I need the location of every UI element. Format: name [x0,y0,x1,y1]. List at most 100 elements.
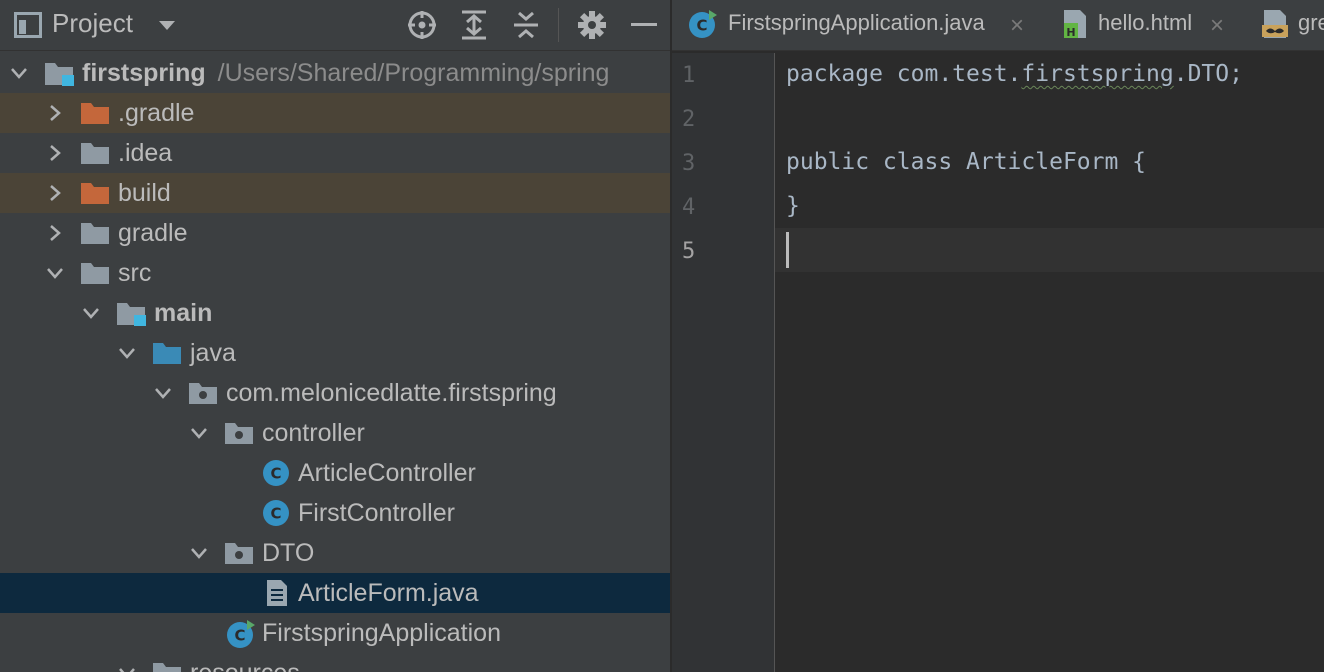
project-panel-title[interactable]: Project [52,8,133,39]
tree-node-label: ArticleController [298,459,476,487]
editor-tab-bar: C FirstspringApplication.java × H hello.… [672,0,1324,51]
tree-node-project-root[interactable]: firstspring/Users/Shared/Programming/spr… [0,53,670,93]
expand-all-icon[interactable] [458,9,490,41]
module-folder-icon [116,299,146,327]
collapse-all-icon[interactable] [510,9,542,41]
line-number-current: 5 [682,239,696,264]
tree-node-label: src [118,259,152,287]
tree-node-resources[interactable]: resources [0,653,670,672]
tab-hello-html[interactable]: H hello.html × [1044,0,1244,50]
gear-icon[interactable] [576,9,608,41]
code-line-3[interactable]: public class ArticleForm { [786,149,1146,175]
tab-greeting[interactable]: gre [1244,0,1324,50]
package-icon [224,419,254,447]
folder-icon [80,259,110,287]
java-class-icon: C [262,459,292,487]
tab-label: hello.html [1098,10,1193,35]
tree-node-article-controller[interactable]: C ArticleController [0,453,670,493]
code-line-4[interactable]: } [786,193,800,219]
tree-node-gradle[interactable]: gradle [0,213,670,253]
tree-node-main[interactable]: main [0,293,670,333]
svg-text:C: C [234,627,245,645]
spring-boot-class-icon: C [226,619,256,648]
tree-node-label: main [154,299,213,327]
chevron-down-icon[interactable] [46,264,64,282]
line-number: 2 [682,107,696,132]
folder-icon [80,219,110,247]
close-icon[interactable]: × [1010,12,1024,40]
tree-node-label: .idea [118,139,173,167]
project-window-icon [14,12,42,43]
tree-node-label: FirstController [298,499,455,527]
chevron-right-icon[interactable] [46,104,64,122]
chevron-right-icon[interactable] [46,184,64,202]
project-tree: firstspring/Users/Shared/Programming/spr… [0,53,670,672]
tree-node-label: build [118,179,171,207]
tree-node-label: gradle [118,219,188,247]
code-token: package com.test. [786,61,1022,87]
crosshair-icon[interactable] [406,9,438,41]
text-caret [786,232,789,268]
chevron-down-icon[interactable] [190,424,208,442]
tree-node-label: com.melonicedlatte.firstspring [226,379,557,407]
minimize-icon[interactable] [628,9,660,41]
tree-node-label: FirstspringApplication [262,619,501,647]
tree-node-label: java [190,339,236,367]
close-icon[interactable]: × [1210,12,1224,40]
chevron-right-icon[interactable] [46,144,64,162]
tab-firstspring-application[interactable]: C FirstspringApplication.java × [672,0,1044,50]
project-tool-window: Project firstspring/Users/Shared/Program… [0,0,670,672]
tree-node-firstspring-application[interactable]: C FirstspringApplication [0,613,670,653]
excluded-folder-icon [80,99,110,127]
current-line-highlight [775,228,1324,272]
tree-node-label: controller [262,419,365,447]
tree-node-article-form[interactable]: ArticleForm.java [0,573,670,613]
source-folder-icon [152,339,182,367]
chevron-down-icon[interactable] [10,64,28,82]
chevron-down-icon[interactable] [118,664,136,672]
chevron-right-icon[interactable] [46,224,64,242]
chevron-down-icon[interactable] [190,544,208,562]
tree-node-label: .gradle [118,99,195,127]
tree-node-package-root[interactable]: com.melonicedlatte.firstspring [0,373,670,413]
tab-label: FirstspringApplication.java [728,10,985,35]
tree-node-controller[interactable]: controller [0,413,670,453]
java-file-icon [264,579,294,607]
code-line-1[interactable]: package com.test.firstspring.DTO; [786,61,1243,87]
chevron-down-icon[interactable] [154,384,172,402]
excluded-folder-icon [80,179,110,207]
java-class-icon: C [262,499,292,527]
chevron-down-icon[interactable] [82,304,100,322]
spring-boot-class-icon: C [688,9,718,44]
template-file-icon [1260,9,1290,44]
svg-text:H: H [1066,26,1075,39]
module-folder-icon [44,59,74,87]
tree-node-build[interactable]: build [0,173,670,213]
package-icon [224,539,254,567]
svg-text:C: C [270,465,281,483]
resources-folder-icon [152,659,182,672]
project-panel-header: Project [0,0,670,51]
header-separator [558,8,559,42]
code-editor: C FirstspringApplication.java × H hello.… [672,0,1324,672]
tree-node-src[interactable]: src [0,253,670,293]
tree-node-label: firstspring [82,59,206,87]
folder-icon [80,139,110,167]
chevron-down-icon[interactable] [158,19,176,37]
tree-node-idea[interactable]: .idea [0,133,670,173]
chevron-down-icon[interactable] [118,344,136,362]
svg-text:C: C [270,505,281,523]
project-path: /Users/Shared/Programming/spring [217,59,610,87]
tree-node-java[interactable]: java [0,333,670,373]
tab-label: gre [1298,10,1324,35]
tree-node-dto[interactable]: DTO [0,533,670,573]
line-number: 4 [682,195,696,220]
html-file-icon: H [1060,9,1090,44]
tree-node-label: resources [190,659,300,672]
svg-text:C: C [696,17,707,35]
tree-node-label: DTO [262,539,315,567]
tree-node-gradle-cache[interactable]: .gradle [0,93,670,133]
typo-warning-token: firstspring [1021,61,1174,87]
tree-node-first-controller[interactable]: C FirstController [0,493,670,533]
line-number-gutter: 1 2 3 4 5 [672,53,775,672]
